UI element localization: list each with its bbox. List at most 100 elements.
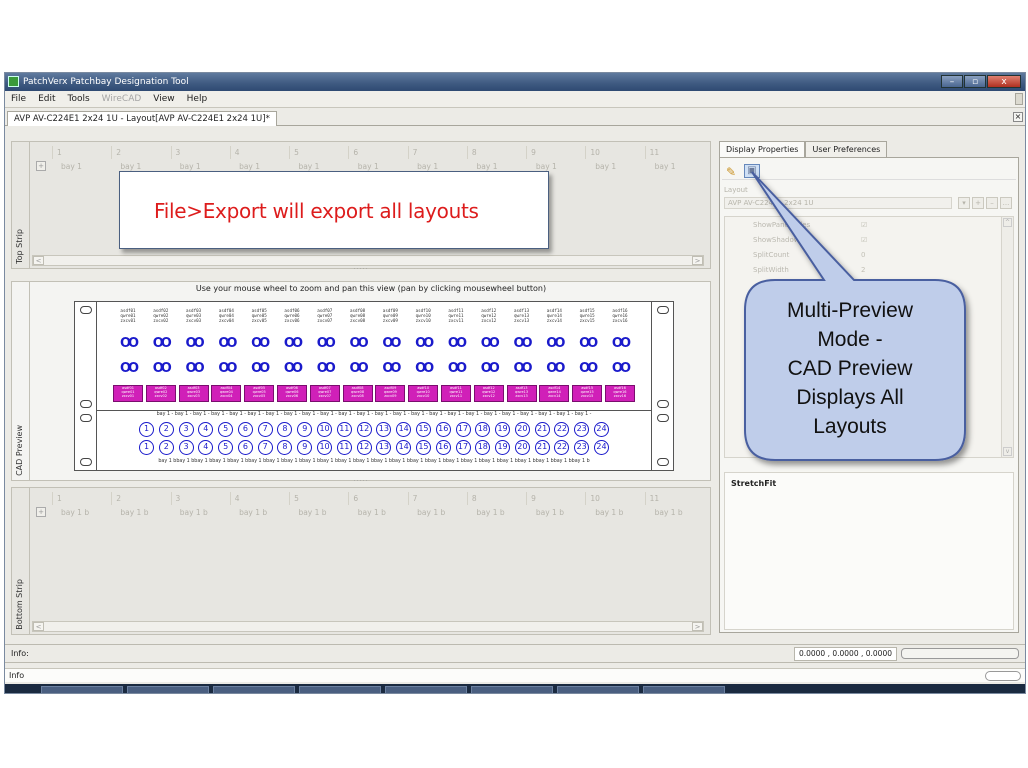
taskbar-item[interactable]	[643, 686, 725, 693]
strip-cell[interactable]: bay 1 b	[170, 508, 229, 517]
splitter-grip[interactable]: ·····	[351, 266, 371, 273]
maximize-button[interactable]: ▫	[964, 75, 986, 88]
strip-cell[interactable]: bay 1 b	[288, 508, 347, 517]
strip-cell[interactable]: bay 1	[645, 162, 704, 171]
document-tab[interactable]: AVP AV-C224E1 2x24 1U - Layout[AVP AV-C2…	[7, 111, 277, 126]
jack-icon: OO	[611, 336, 631, 351]
scroll-left-icon[interactable]: <	[33, 256, 44, 265]
taskbar-item[interactable]	[557, 686, 639, 693]
property-row[interactable]: ShowShadows ☑	[745, 236, 995, 251]
scroll-left-icon[interactable]: <	[33, 622, 44, 631]
cad-preview-label: CAD Preview	[12, 282, 30, 480]
strip-cell[interactable]: bay 1 b	[585, 508, 644, 517]
tab-user-preferences[interactable]: User Preferences	[805, 141, 888, 157]
menu-view[interactable]: View	[153, 94, 174, 104]
menu-wirecad[interactable]: WireCAD	[102, 94, 142, 104]
more-layout-button[interactable]: ...	[1000, 197, 1012, 209]
taskbar-item[interactable]	[213, 686, 295, 693]
menu-tools[interactable]: Tools	[68, 94, 90, 104]
bottom-strip-row[interactable]: + bay 1 b bay 1 b bay 1 b bay 1 b bay 1 b bay…	[32, 505, 704, 519]
rack-ear-right	[651, 302, 673, 470]
strip-cell[interactable]: bay 1	[526, 162, 585, 171]
menu-help[interactable]: Help	[187, 94, 208, 104]
property-grid-scrollbar[interactable]: ^ v	[1001, 217, 1013, 457]
strip-cell[interactable]: bay 1 b	[645, 508, 704, 517]
minimize-button[interactable]: –	[941, 75, 963, 88]
strip-cell[interactable]: bay 1	[407, 162, 466, 171]
add-layout-button[interactable]: +	[972, 197, 984, 209]
strip-cell[interactable]: bay 1	[229, 162, 288, 171]
close-button[interactable]: x	[987, 75, 1021, 88]
close-document-icon[interactable]: ×	[1013, 112, 1023, 122]
menu-overflow-handle[interactable]	[1015, 93, 1023, 105]
bottom-strip-grid[interactable]: 1 2 3 4 5 6 7 8 9 10 11 + bay 1 b bay 1 b bay 1 b bay…	[32, 492, 704, 524]
designation-line: zxcv08	[351, 394, 364, 398]
expand-row-icon[interactable]: +	[36, 161, 46, 171]
designation-label: asdf14 qwre14 zxcv14	[539, 308, 569, 323]
splitter-grip[interactable]: ·····	[351, 478, 371, 485]
taskbar-item[interactable]	[299, 686, 381, 693]
strip-cell[interactable]: bay 1	[467, 162, 526, 171]
designation-line: zxcv01	[121, 394, 135, 398]
jack-icon: OO	[119, 336, 139, 351]
upper-designation-row: asdf01 qwre01 zxcv01 asdf02 qwre02 zxcv02 asdf…	[113, 308, 635, 323]
strip-cell[interactable]: bay 1 b	[467, 508, 526, 517]
taskbar-item[interactable]	[471, 686, 553, 693]
designation-line: zxcv03	[186, 318, 202, 323]
taskbar-item[interactable]	[385, 686, 467, 693]
layout-select[interactable]: AVP AV-C224E1 2x24 1U	[724, 197, 952, 209]
remove-layout-button[interactable]: –	[986, 197, 998, 209]
strip-cell[interactable]: bay 1	[170, 162, 229, 171]
jack-icon: OO	[382, 361, 401, 376]
multi-preview-button[interactable]: ▣	[744, 164, 760, 178]
strip-cell[interactable]: bay 1 b	[526, 508, 585, 517]
strip-cell[interactable]: bay 1	[51, 162, 110, 171]
strip-cell[interactable]: bay 1 b	[407, 508, 466, 517]
scroll-right-icon[interactable]: >	[692, 622, 703, 631]
numbered-jack: 19	[495, 440, 511, 455]
jack-icon: OO	[152, 336, 172, 351]
numbered-jack: 20	[514, 422, 530, 437]
taskbar-item[interactable]	[127, 686, 209, 693]
numbered-jack: 19	[495, 422, 511, 437]
tab-display-properties[interactable]: Display Properties	[719, 141, 806, 157]
designation-line: zxcv08	[350, 318, 366, 323]
strip-cell[interactable]: bay 1 b	[229, 508, 288, 517]
column-header: 11	[644, 146, 704, 159]
strip-cell[interactable]: bay 1	[348, 162, 407, 171]
designation-line: zxcv12	[481, 318, 497, 323]
cad-preview-panel[interactable]: CAD Preview Use your mouse wheel to zoom…	[11, 281, 711, 485]
strip-cell[interactable]: bay 1 b	[348, 508, 407, 517]
column-header: 8	[466, 492, 526, 505]
strip-cell[interactable]: bay 1 b	[51, 508, 110, 517]
designation-line: zxcv05	[253, 394, 266, 398]
menu-file[interactable]: File	[11, 94, 26, 104]
top-strip-scrollbar[interactable]: < >	[32, 255, 704, 266]
expand-row-icon[interactable]: +	[36, 507, 46, 517]
jack-icon: OO	[316, 361, 336, 376]
magenta-designation: asdf15 qwre15 zxcv15	[572, 385, 603, 402]
taskbar-item[interactable]	[41, 686, 123, 693]
info-toggle[interactable]	[985, 671, 1021, 681]
strip-cell[interactable]: bay 1	[288, 162, 347, 171]
scroll-right-icon[interactable]: >	[692, 256, 703, 265]
property-row[interactable]: SplitWidth 2	[745, 266, 995, 281]
property-row[interactable]: ShowPanelHoles ☑	[745, 221, 995, 236]
mounting-slot	[80, 458, 92, 466]
column-header: 2	[111, 492, 170, 505]
patchbay-drawing[interactable]: asdf01 qwre01 zxcv01 asdf02 qwre02 zxcv02 asdf…	[74, 301, 674, 471]
strip-cell[interactable]: bay 1	[110, 162, 169, 171]
property-row[interactable]: SplitCount 0	[745, 251, 995, 266]
column-header: 5	[289, 492, 348, 505]
numbered-jack: 17	[455, 422, 471, 437]
strip-cell[interactable]: bay 1 b	[110, 508, 169, 517]
pencil-icon[interactable]: ✎	[726, 165, 736, 179]
jack-icon: OO	[513, 361, 533, 376]
layout-dropdown-button[interactable]: ▾	[958, 197, 970, 209]
designation-line: zxcv06	[285, 394, 299, 398]
menu-edit[interactable]: Edit	[38, 94, 55, 104]
strip-cell[interactable]: bay 1	[585, 162, 644, 171]
bay-label-row-top: bay 1 - bay 1 - bay 1 - bay 1 - bay 1 - …	[156, 412, 592, 417]
jack-icon: OO	[611, 361, 631, 376]
bottom-strip-scrollbar[interactable]: < >	[32, 621, 704, 632]
